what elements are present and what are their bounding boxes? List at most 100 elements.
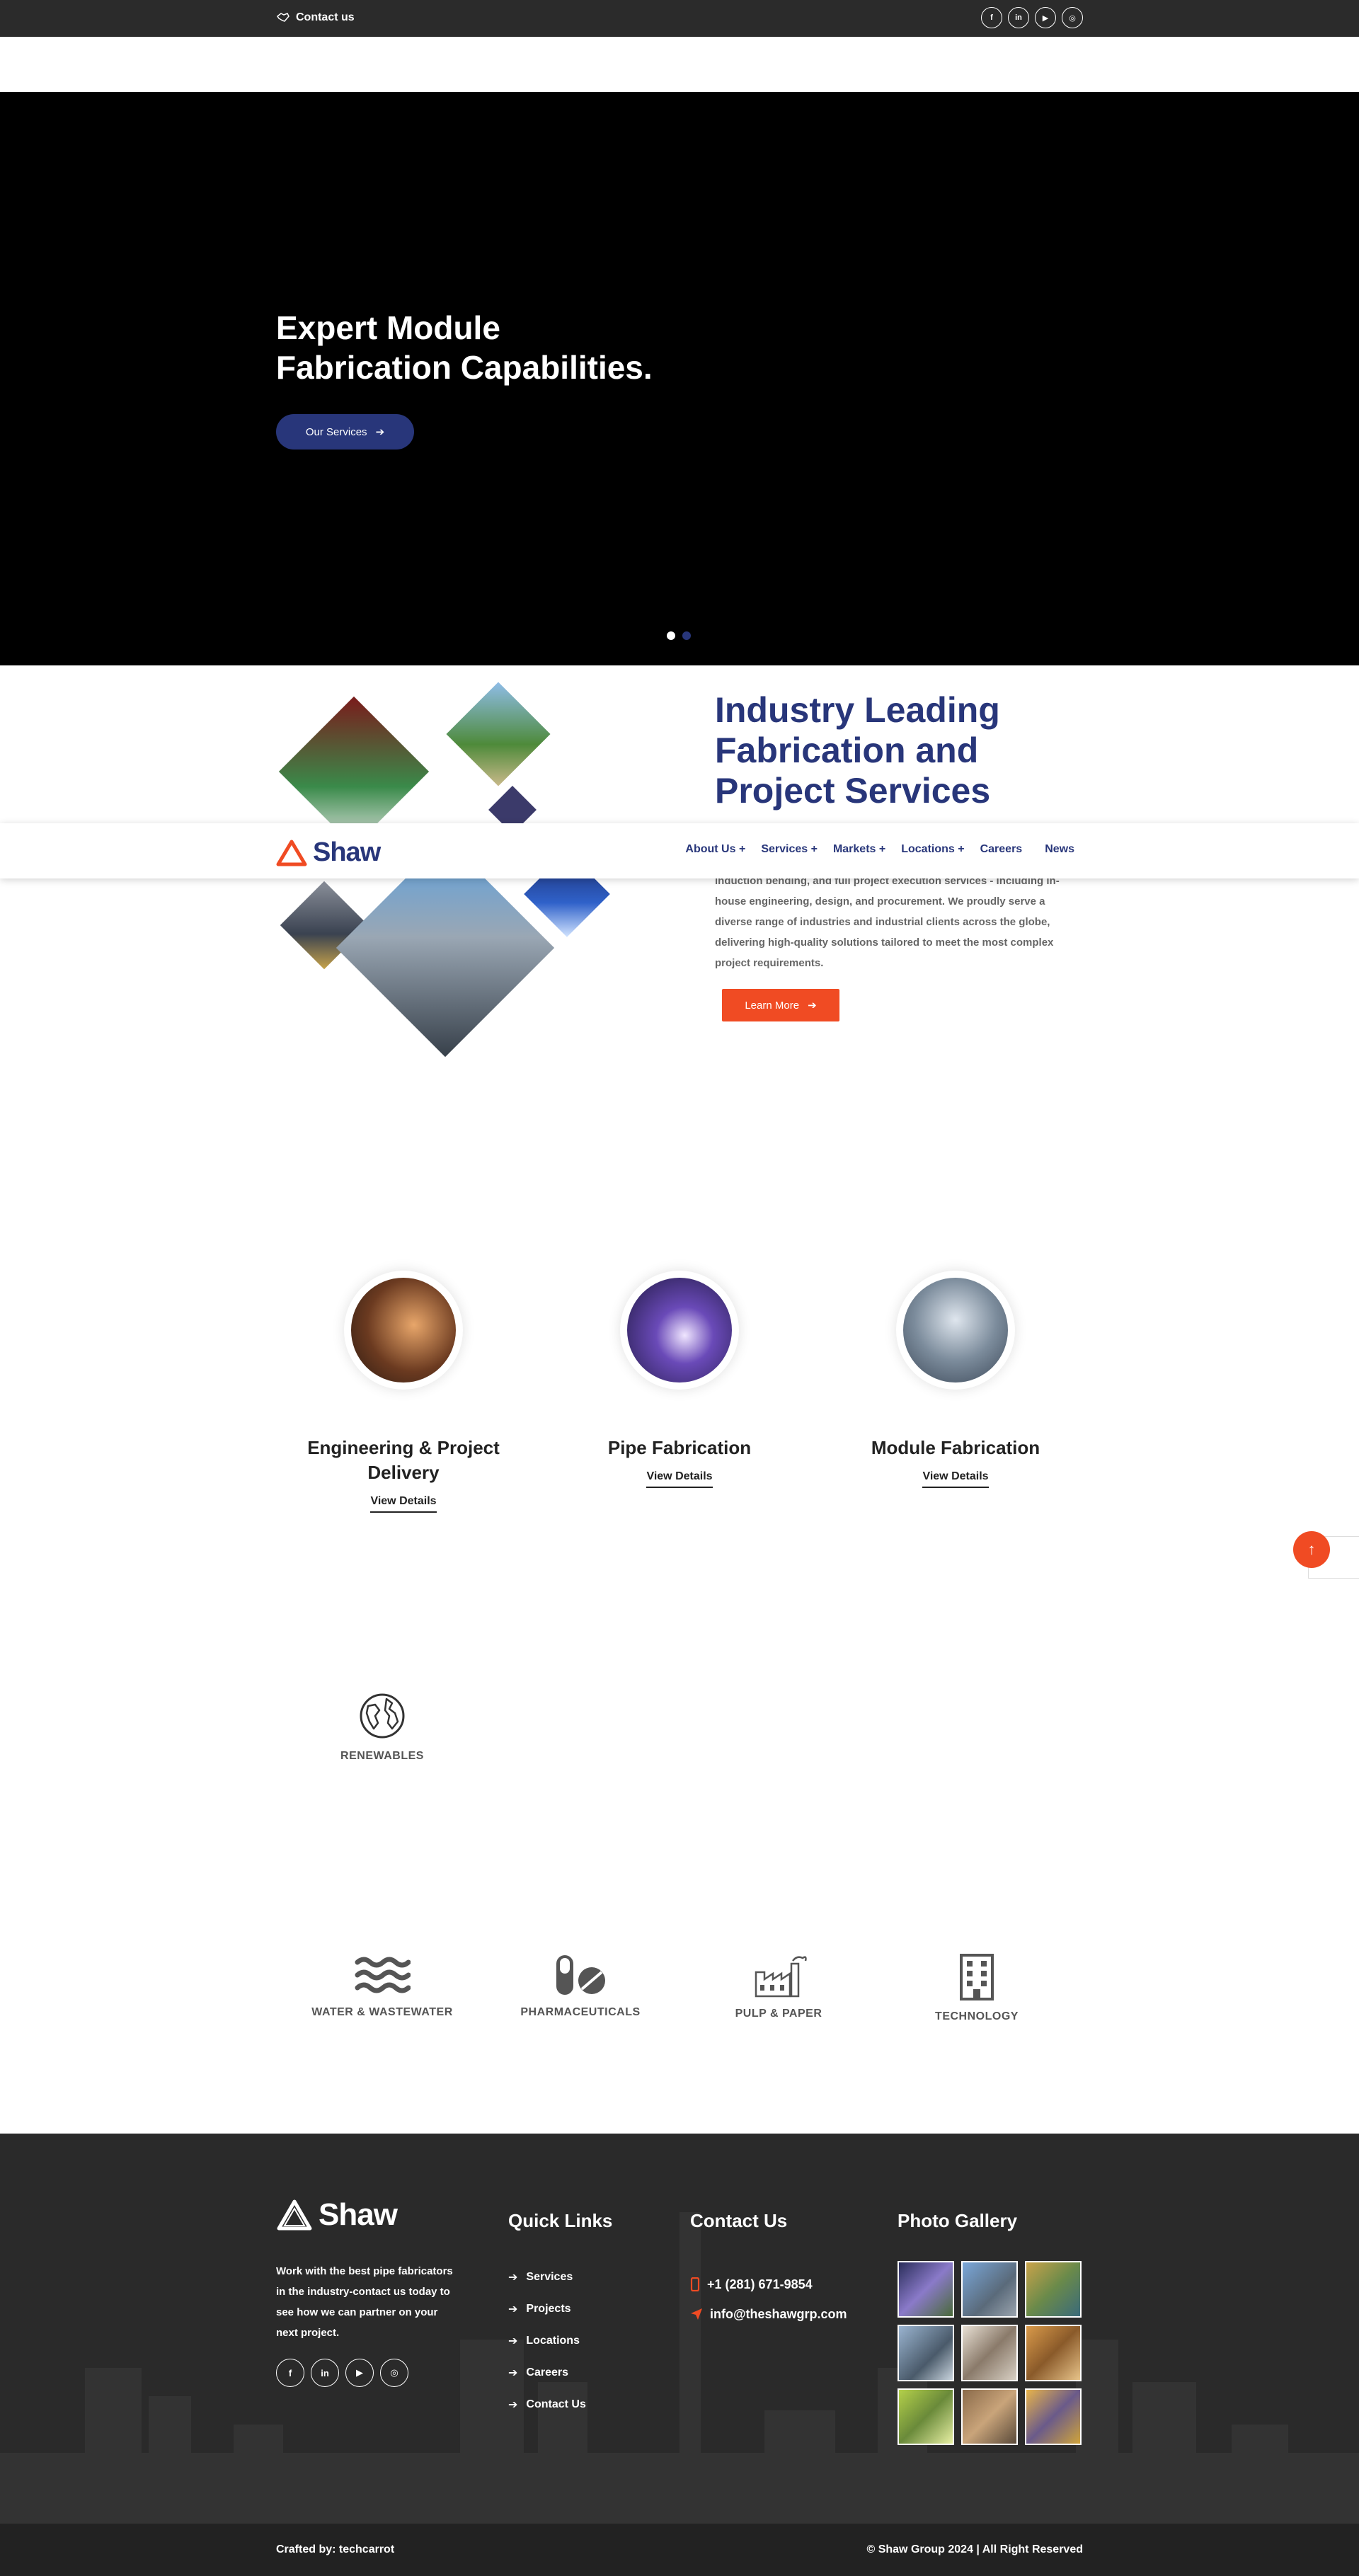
market-label: RENEWABLES [340,1750,424,1762]
market-label: TECHNOLOGY [935,2010,1019,2022]
intro-title-line1: Industry Leading [715,690,1000,730]
arrow-right-icon: ➔ [508,2303,518,2315]
city-skyline-background [0,2212,1359,2524]
nav-item-about-us[interactable]: About Us + [685,843,745,856]
service-image-pipe-fabrication [627,1278,732,1383]
copyright-text: © Shaw Group 2024 | All Right Reserved [866,2543,1083,2555]
market-item-renewables[interactable]: RENEWABLES [304,1692,460,1763]
service-card-pipe-fabrication: Pipe Fabrication View Details [566,1271,793,1488]
instagram-icon[interactable]: ◎ [380,2359,408,2387]
learn-more-button[interactable]: Learn More ➔ [722,989,839,1021]
collage-image-tanks [446,682,551,786]
photo-gallery-title: Photo Gallery [898,2210,1018,2231]
market-item-pharmaceuticals[interactable]: PHARMACEUTICALS [503,1954,658,2019]
plus-icon: + [738,843,746,855]
nav-label: Locations [901,843,955,855]
footer-description: Work with the best pipe fabricators in t… [276,2265,453,2339]
gallery-photo-6[interactable] [1025,2325,1082,2381]
handshake-icon [276,13,289,22]
service-title-line2: Delivery [367,1462,440,1483]
nav-item-services[interactable]: Services + [761,843,818,856]
gallery-photo-3[interactable] [1025,2261,1082,2318]
gallery-photo-5[interactable] [961,2325,1018,2381]
gallery-photo-2[interactable] [961,2261,1018,2318]
facebook-icon[interactable]: f [981,7,1002,28]
view-details-link[interactable]: View Details [922,1470,989,1488]
linkedin-icon[interactable]: in [1008,7,1029,28]
plus-icon: + [958,843,965,855]
hero-slider: Expert Module Fabrication Capabilities. … [0,92,1359,665]
nav-item-markets[interactable]: Markets + [833,843,885,856]
plus-icon: + [878,843,886,855]
market-item-pulp-paper[interactable]: PULP & PAPER [701,1954,856,2020]
quick-link-services[interactable]: ➔ Services [508,2261,586,2293]
market-item-water-wastewater[interactable]: WATER & WASTEWATER [304,1954,460,2019]
intro-image-collage [276,682,644,1087]
quick-link-label: Locations [526,2334,580,2347]
intro-title-line2: Fabrication and [715,731,979,770]
back-to-top-button[interactable]: ↑ [1293,1531,1330,1568]
quick-link-label: Projects [526,2302,571,2315]
contact-us-label: Contact us [296,11,355,23]
service-title: Engineering & Project Delivery [290,1436,517,1485]
gallery-photo-9[interactable] [1025,2388,1082,2445]
footer-logo[interactable]: Shaw [276,2197,398,2233]
phone-number: +1 (281) 671-9854 [707,2277,813,2291]
arrow-right-icon: ➔ [508,2271,518,2284]
paper-plane-icon [691,2308,702,2320]
gallery-photo-8[interactable] [961,2388,1018,2445]
market-label: PULP & PAPER [735,2008,822,2020]
plus-icon: + [810,843,818,855]
quick-link-projects[interactable]: ➔ Projects [508,2293,586,2325]
youtube-icon[interactable]: ▶ [345,2359,374,2387]
hero-title-line1: Expert Module [276,309,500,346]
photo-gallery-grid [898,2261,1082,2445]
view-details-link[interactable]: View Details [370,1495,437,1513]
service-image-module-fabrication [903,1278,1008,1383]
phone-icon [690,2277,700,2291]
nav-item-careers[interactable]: Careers [980,843,1023,856]
instagram-icon[interactable]: ◎ [1062,7,1083,28]
intro-title: Industry Leading Fabrication and Project… [715,690,1083,811]
market-label: WATER & WASTEWATER [311,2006,453,2018]
gallery-photo-1[interactable] [898,2261,954,2318]
footer-logo-text: Shaw [319,2197,398,2232]
gallery-photo-4[interactable] [898,2325,954,2381]
site-logo[interactable]: Shaw [276,837,381,868]
email-link[interactable]: info@theshawgrp.com [690,2299,847,2329]
youtube-icon[interactable]: ▶ [1035,7,1056,28]
credit-text: Crafted by: techcarrot [276,2543,395,2555]
factory-icon [755,1956,807,1998]
slider-dot-1[interactable] [667,631,675,640]
footer-bottom-bar: Crafted by: techcarrot © Shaw Group 2024… [0,2524,1359,2576]
service-image-engineering [351,1278,456,1383]
nav-item-news[interactable]: News [1045,843,1074,856]
our-services-button[interactable]: Our Services ➔ [276,414,414,450]
quick-link-contact-us[interactable]: ➔ Contact Us [508,2388,586,2420]
contact-us-link[interactable]: Contact us [276,11,355,24]
view-details-link[interactable]: View Details [646,1470,713,1488]
service-image-ring [344,1271,463,1390]
site-footer: Shaw Work with the best pipe fabricators… [0,2134,1359,2524]
nav-item-locations[interactable]: Locations + [901,843,964,856]
shaw-triangle-logo-icon [276,840,307,866]
main-navbar: Shaw About Us + Services + Markets + Loc… [0,823,1359,878]
nav-label: Markets [832,843,876,855]
arrow-right-icon: ➔ [508,2335,518,2347]
phone-link[interactable]: +1 (281) 671-9854 [690,2269,847,2299]
quick-link-locations[interactable]: ➔ Locations [508,2325,586,2357]
facebook-icon[interactable]: f [276,2359,304,2387]
footer-social-links: f in ▶ ◎ [276,2359,408,2387]
arrow-right-icon: ➔ [808,1000,817,1012]
service-card-engineering: Engineering & Project Delivery View Detai… [290,1271,517,1513]
linkedin-icon[interactable]: in [311,2359,339,2387]
quick-link-careers[interactable]: ➔ Careers [508,2357,586,2388]
gallery-photo-7[interactable] [898,2388,954,2445]
arrow-up-icon: ↑ [1307,1540,1316,1558]
water-waves-icon [355,1957,411,1993]
slider-dot-2[interactable] [682,631,691,640]
service-card-module-fabrication: Module Fabrication View Details [842,1271,1069,1488]
market-item-technology[interactable]: TECHNOLOGY [899,1954,1055,2023]
service-title: Pipe Fabrication [607,1437,752,1458]
contact-info: +1 (281) 671-9854 info@theshawgrp.com [690,2269,847,2329]
